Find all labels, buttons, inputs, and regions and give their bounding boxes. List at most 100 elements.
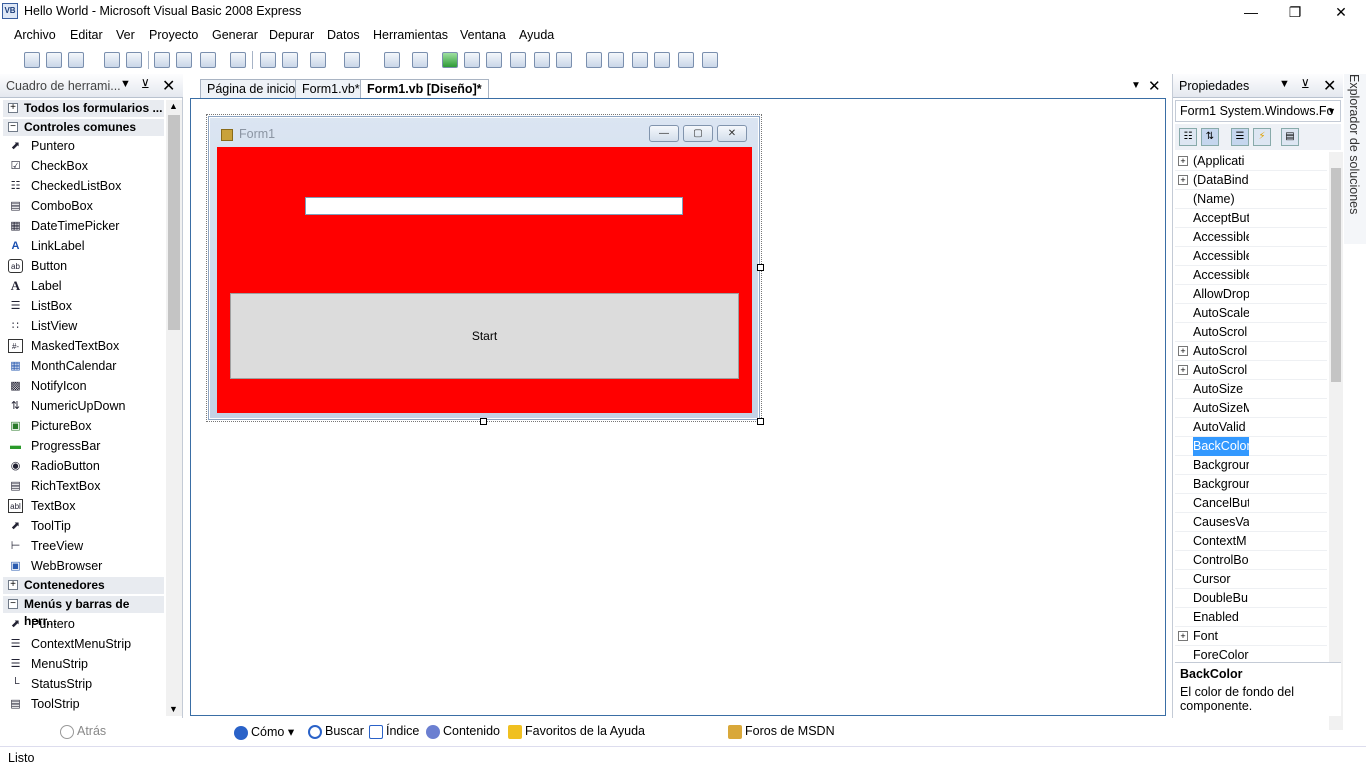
help-back-button[interactable]: Atrás — [60, 724, 106, 739]
chevron-down-icon[interactable]: ▼ — [120, 78, 131, 90]
toolbox-group-containers[interactable]: + Contenedores — [3, 577, 164, 594]
menu-datos[interactable]: Datos — [327, 28, 360, 42]
menu-generar[interactable]: Generar — [212, 28, 258, 42]
toolbox-item-statusstrip[interactable]: └ StatusStrip — [8, 674, 93, 694]
categorized-icon[interactable]: ☷ — [1179, 128, 1197, 146]
restore-button[interactable]: ❐ — [1280, 2, 1310, 22]
tab-pagina-inicio[interactable]: Página de inicio — [200, 79, 303, 98]
toolbox-item-textbox[interactable]: abl TextBox — [8, 496, 75, 516]
error-list-icon[interactable] — [678, 52, 694, 68]
form-client-area[interactable]: Start — [217, 147, 752, 413]
close-document-icon[interactable]: ✕ — [1148, 77, 1161, 95]
close-icon[interactable]: ✕ — [1323, 76, 1336, 96]
close-icon[interactable]: ✕ — [162, 76, 175, 96]
collapse-icon[interactable]: − — [8, 599, 18, 609]
open-file-icon[interactable] — [46, 52, 62, 68]
toolbox-item-checkedlistbox[interactable]: ☷ CheckedListBox — [8, 176, 122, 196]
object-selector[interactable]: Form1 System.Windows.Fo ▼ — [1175, 100, 1341, 122]
comment-icon[interactable] — [260, 52, 276, 68]
copy-icon[interactable] — [176, 52, 192, 68]
property-grid-scroll-thumb[interactable] — [1331, 168, 1341, 382]
redo-icon[interactable] — [344, 52, 360, 68]
stop-icon[interactable] — [486, 52, 502, 68]
toolbox-item-puntero[interactable]: ⬈ Puntero — [8, 136, 75, 156]
toolbox-scroll-thumb[interactable] — [168, 115, 180, 330]
property-row[interactable]: (Name)Form1 — [1175, 190, 1327, 209]
menu-ayuda[interactable]: Ayuda — [519, 28, 554, 42]
property-row[interactable]: AccessibleDefault — [1175, 266, 1327, 285]
start-debug-icon[interactable] — [442, 52, 458, 68]
help-indice-button[interactable]: Índice — [369, 724, 419, 739]
toolbox-group-menus[interactable]: − Menús y barras de herr... — [3, 596, 164, 628]
chevron-down-icon[interactable]: ▼ — [1279, 78, 1290, 90]
menu-depurar[interactable]: Depurar — [269, 28, 314, 42]
property-row[interactable]: AutoScaleFont — [1175, 304, 1327, 323]
pause-icon[interactable] — [464, 52, 480, 68]
undo-icon[interactable] — [310, 52, 326, 68]
toolbox-item-button[interactable]: ab Button — [8, 256, 67, 276]
start-button[interactable]: Start — [230, 293, 739, 379]
menu-archivo[interactable]: Archivo — [14, 28, 56, 42]
property-pages-icon[interactable]: ▤ — [1281, 128, 1299, 146]
save-icon[interactable] — [104, 52, 120, 68]
toolbox-item-datetimepicker[interactable]: ▦ DateTimePicker — [8, 216, 119, 236]
property-row[interactable]: CancelBut(ninguno) — [1175, 494, 1327, 513]
properties-window-icon[interactable] — [608, 52, 624, 68]
object-browser-icon[interactable] — [632, 52, 648, 68]
close-button[interactable]: ✕ — [1326, 2, 1356, 22]
solution-explorer-tab[interactable]: Explorador de soluciones — [1344, 74, 1366, 244]
toolbox-item-label[interactable]: A Label — [8, 276, 62, 296]
toolbox-item-listbox[interactable]: ☰ ListBox — [8, 296, 72, 316]
menu-proyecto[interactable]: Proyecto — [149, 28, 198, 42]
minimize-button[interactable]: — — [1236, 2, 1266, 22]
property-row[interactable]: +AutoScrol0; 0 — [1175, 361, 1327, 380]
property-row[interactable]: CursorDefault — [1175, 570, 1327, 589]
toolbox-group-all-forms[interactable]: + Todos los formularios ... — [3, 100, 164, 117]
paste-icon[interactable] — [200, 52, 216, 68]
menu-ver[interactable]: Ver — [116, 28, 135, 42]
add-item-icon[interactable] — [68, 52, 84, 68]
scroll-down-icon[interactable]: ▼ — [169, 704, 178, 714]
property-row[interactable]: AutoValidEnablePrevent — [1175, 418, 1327, 437]
help-buscar-button[interactable]: Buscar — [308, 724, 364, 739]
resize-handle-right[interactable] — [757, 264, 764, 271]
solution-explorer-icon[interactable] — [586, 52, 602, 68]
cut-icon[interactable] — [154, 52, 170, 68]
expand-icon[interactable]: + — [1178, 365, 1188, 375]
property-row[interactable]: BackgrourTile — [1175, 475, 1327, 494]
toolbox-item-tooltip[interactable]: ⬈ ToolTip — [8, 516, 71, 536]
toolbox-item-listview[interactable]: ∷ ListView — [8, 316, 77, 336]
chevron-down-icon[interactable]: ▼ — [1327, 101, 1336, 121]
toolbox-item-monthcalendar[interactable]: ▦ MonthCalendar — [8, 356, 116, 376]
property-row[interactable]: ControlBoTrue — [1175, 551, 1327, 570]
form1-window[interactable]: Form1 — ▢ ✕ Start — [208, 116, 760, 420]
toolbox-item-treeview[interactable]: ⊢ TreeView — [8, 536, 83, 556]
property-row[interactable]: Accessible — [1175, 228, 1327, 247]
toolbox-item-picturebox[interactable]: ▣ PictureBox — [8, 416, 91, 436]
toolbox-item-maskedtextbox[interactable]: #- MaskedTextBox — [8, 336, 119, 356]
toolbox-item-richtextbox[interactable]: ▤ RichTextBox — [8, 476, 100, 496]
collapse-icon[interactable]: − — [8, 122, 18, 132]
resize-handle-bottom[interactable] — [480, 418, 487, 425]
property-row[interactable]: AutoSizeFalse — [1175, 380, 1327, 399]
step-over-icon[interactable] — [534, 52, 550, 68]
property-row[interactable]: + (DataBind — [1175, 171, 1327, 190]
property-row[interactable]: DoubleBuFalse — [1175, 589, 1327, 608]
toolbox-item-progressbar[interactable]: ▬ ProgressBar — [8, 436, 100, 456]
property-row[interactable]: +FontMicrosoft Sans — [1175, 627, 1327, 646]
expand-icon[interactable]: + — [1178, 156, 1188, 166]
new-project-icon[interactable] — [24, 52, 40, 68]
expand-icon[interactable]: + — [1178, 175, 1188, 185]
toolbox-item-radiobutton[interactable]: ◉ RadioButton — [8, 456, 100, 476]
property-row[interactable]: + (Applicati — [1175, 152, 1327, 171]
help-contenido-button[interactable]: Contenido — [426, 724, 500, 739]
pin-icon[interactable]: ⊻ — [1301, 77, 1310, 91]
properties-icon[interactable]: ☰ — [1231, 128, 1249, 146]
navigate-back-icon[interactable] — [384, 52, 400, 68]
expand-icon[interactable]: + — [8, 103, 18, 113]
property-row[interactable]: AllowDropFalse — [1175, 285, 1327, 304]
alphabetical-icon[interactable]: ⇅ — [1201, 128, 1219, 146]
property-row[interactable]: BackColorRed⌄ — [1175, 437, 1327, 456]
tab-form1-code[interactable]: Form1.vb* — [295, 79, 367, 98]
toolbox-item-toolstrip[interactable]: ▤ ToolStrip — [8, 694, 79, 714]
